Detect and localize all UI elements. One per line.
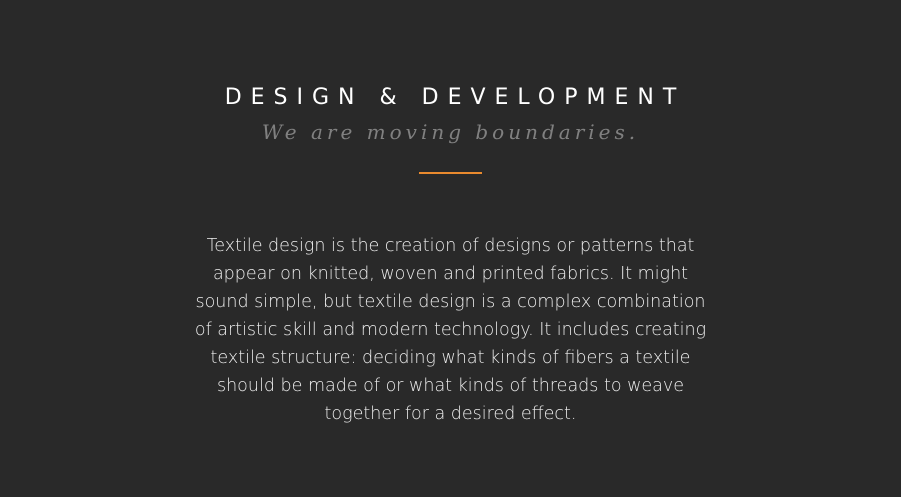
description-line: sound simple, but textile design is a co… bbox=[195, 292, 706, 312]
section-description: Textile design is the creation of design… bbox=[150, 232, 751, 428]
description-line: together for a desired effect. bbox=[324, 404, 577, 424]
section-title: DESIGN & DEVELOPMENT bbox=[224, 84, 686, 110]
accent-divider bbox=[419, 172, 482, 174]
section-subtitle: We are moving boundaries. bbox=[261, 120, 640, 144]
description-line: Textile design is the creation of design… bbox=[206, 236, 695, 256]
description-line: of artistic skill and modern technology.… bbox=[194, 320, 707, 340]
description-line: textile structure: deciding what kinds o… bbox=[210, 348, 691, 368]
description-line: appear on knitted, woven and printed fab… bbox=[212, 264, 689, 284]
description-line: should be made of or what kinds of threa… bbox=[216, 376, 685, 396]
